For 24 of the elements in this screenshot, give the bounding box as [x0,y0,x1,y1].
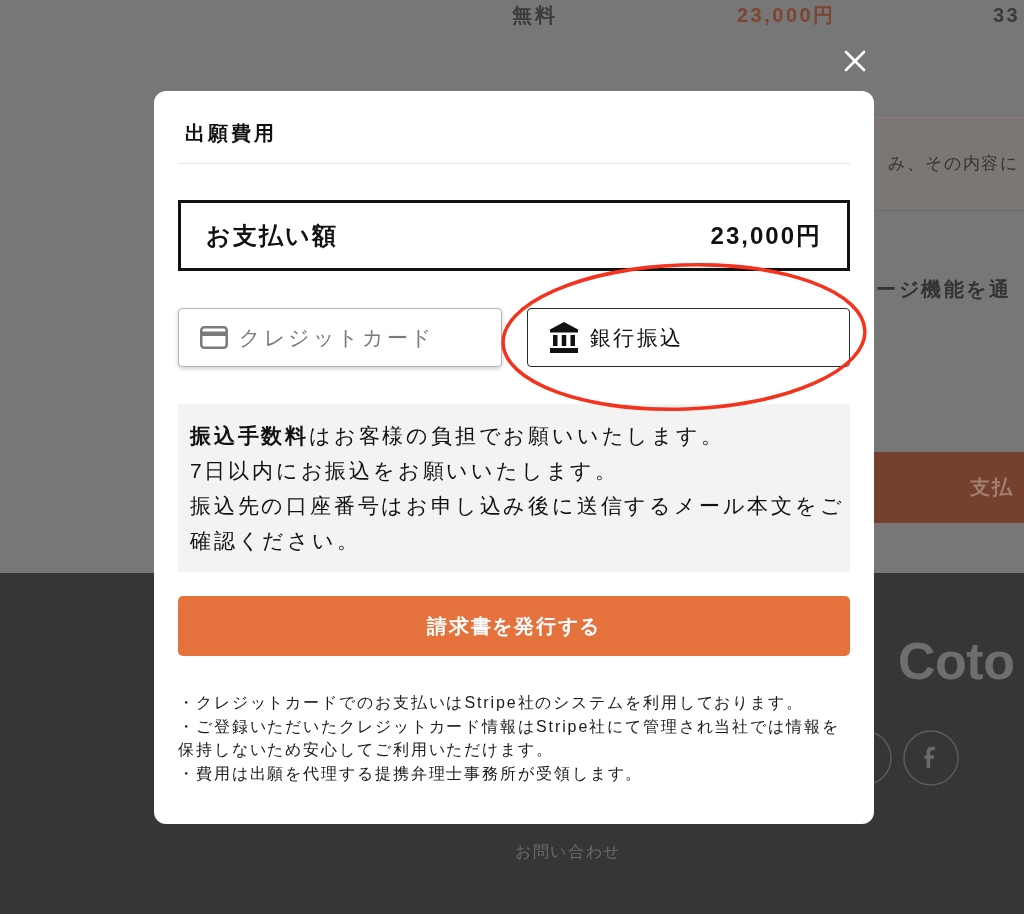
info-text: 7日以内にお振込をお願いいたします。 [190,458,621,484]
footnote-text: ・クレジットカードでのお支払いはStripe社のシステムを利用しております。 [178,693,805,713]
section-heading: ージ機能を通 [875,277,1011,301]
pay-button[interactable]: 支払 [874,452,1024,523]
amount-label: お支払い額 [206,220,338,251]
price-text: 33 [993,4,1021,26]
amount-value: 23,000円 [710,220,822,251]
issue-invoice-button[interactable]: 請求書を発行する [178,596,850,656]
circle-outline-icon[interactable] [874,730,892,786]
close-icon[interactable] [844,50,866,72]
notice-text: み、その内容に [888,153,1019,175]
facebook-icon[interactable] [903,730,959,786]
info-text: 振込先の口座番号はお申し込み後に送信するメール本文をご確認ください。 [190,493,846,554]
credit-card-icon [200,326,228,349]
logo-text: Coto [898,631,1015,691]
payment-option-button[interactable]: クレジットカード [178,308,502,367]
footnote-text: ・ご登録いただいたクレジットカード情報はStripe社にて管理され当社では情報を保持しないため安心してご利用いただけます。 [178,716,841,760]
price-text: 無料 [512,4,557,26]
bank-icon [548,322,579,353]
payment-option-button[interactable]: 銀行振込 [526,308,850,367]
price-text: 23,000円 [737,4,836,26]
info-text: 振込手数料はお客様の負担でお願いいたします。 [190,423,726,449]
dialog-title: 出願費用 [185,121,277,145]
footnote-text: ・費用は出願を代理する提携弁理士事務所が受領します。 [178,763,645,784]
